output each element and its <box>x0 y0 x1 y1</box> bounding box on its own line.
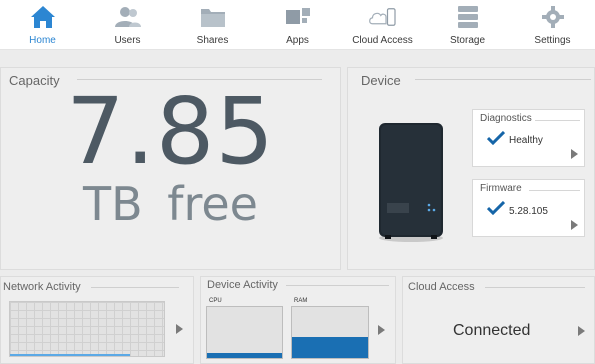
cloud-device-icon <box>368 4 398 30</box>
storage-icon <box>453 4 483 30</box>
chevron-right-icon[interactable] <box>176 324 183 334</box>
cloud-access-status: Connected <box>453 322 531 339</box>
top-navigation: Home Users Shares Apps Cloud Access Stor… <box>0 0 595 50</box>
device-activity-panel[interactable]: Device Activity CPU RAM <box>200 276 396 364</box>
checkmark-icon <box>486 130 506 150</box>
divider <box>535 120 580 121</box>
chevron-right-icon[interactable] <box>578 326 585 336</box>
device-activity-title: Device Activity <box>207 279 278 291</box>
divider <box>529 190 580 191</box>
diagnostics-card[interactable]: Diagnostics Healthy <box>472 109 585 167</box>
capacity-value: 7.85 <box>66 78 275 185</box>
network-activity-line <box>10 354 130 356</box>
chevron-right-icon[interactable] <box>378 325 385 335</box>
users-icon <box>113 4 143 30</box>
nas-device-image <box>375 121 447 243</box>
cpu-usage-meter <box>206 306 283 359</box>
gear-icon <box>538 4 568 30</box>
firmware-value: 5.28.105 <box>509 206 548 217</box>
chart-grid <box>10 302 164 356</box>
nav-label-shares: Shares <box>196 35 229 46</box>
nav-label-settings: Settings <box>534 35 571 46</box>
divider <box>485 287 585 288</box>
nav-label-storage: Storage <box>449 35 486 46</box>
network-activity-chart <box>9 301 165 357</box>
cloud-access-panel[interactable]: Cloud Access Connected <box>402 276 595 364</box>
ram-usage-fill <box>292 336 368 358</box>
divider <box>91 287 179 288</box>
cpu-usage-fill <box>207 352 282 358</box>
nav-label-apps: Apps <box>286 35 309 46</box>
nav-item-home[interactable]: Home <box>0 0 85 49</box>
firmware-title: Firmware <box>480 183 522 194</box>
divider <box>286 285 389 286</box>
apps-icon <box>283 4 313 30</box>
diagnostics-title: Diagnostics <box>480 113 532 124</box>
nav-label-cloud-access: Cloud Access <box>352 35 413 46</box>
nav-item-users[interactable]: Users <box>85 0 170 49</box>
nav-label-users: Users <box>114 35 141 46</box>
divider <box>415 79 591 80</box>
capacity-unit: TB free <box>83 177 258 231</box>
firmware-card[interactable]: Firmware 5.28.105 <box>472 179 585 237</box>
nav-item-apps[interactable]: Apps <box>255 0 340 49</box>
network-activity-title: Network Activity <box>3 281 81 293</box>
chevron-right-icon[interactable] <box>571 149 578 159</box>
network-activity-panel[interactable]: Network Activity <box>0 276 194 364</box>
cpu-label: CPU <box>209 298 222 304</box>
nav-item-settings[interactable]: Settings <box>510 0 595 49</box>
home-icon <box>28 4 58 30</box>
ram-usage-meter <box>291 306 369 359</box>
nav-item-storage[interactable]: Storage <box>425 0 510 49</box>
checkmark-icon <box>486 200 506 220</box>
ram-label: RAM <box>294 298 308 304</box>
chevron-right-icon[interactable] <box>571 220 578 230</box>
nav-item-cloud-access[interactable]: Cloud Access <box>340 0 425 49</box>
diagnostics-value: Healthy <box>509 135 543 146</box>
folder-icon <box>198 4 228 30</box>
device-title: Device <box>361 73 401 88</box>
nav-item-shares[interactable]: Shares <box>170 0 255 49</box>
cloud-access-title: Cloud Access <box>408 281 475 293</box>
nav-label-home: Home <box>29 35 56 46</box>
